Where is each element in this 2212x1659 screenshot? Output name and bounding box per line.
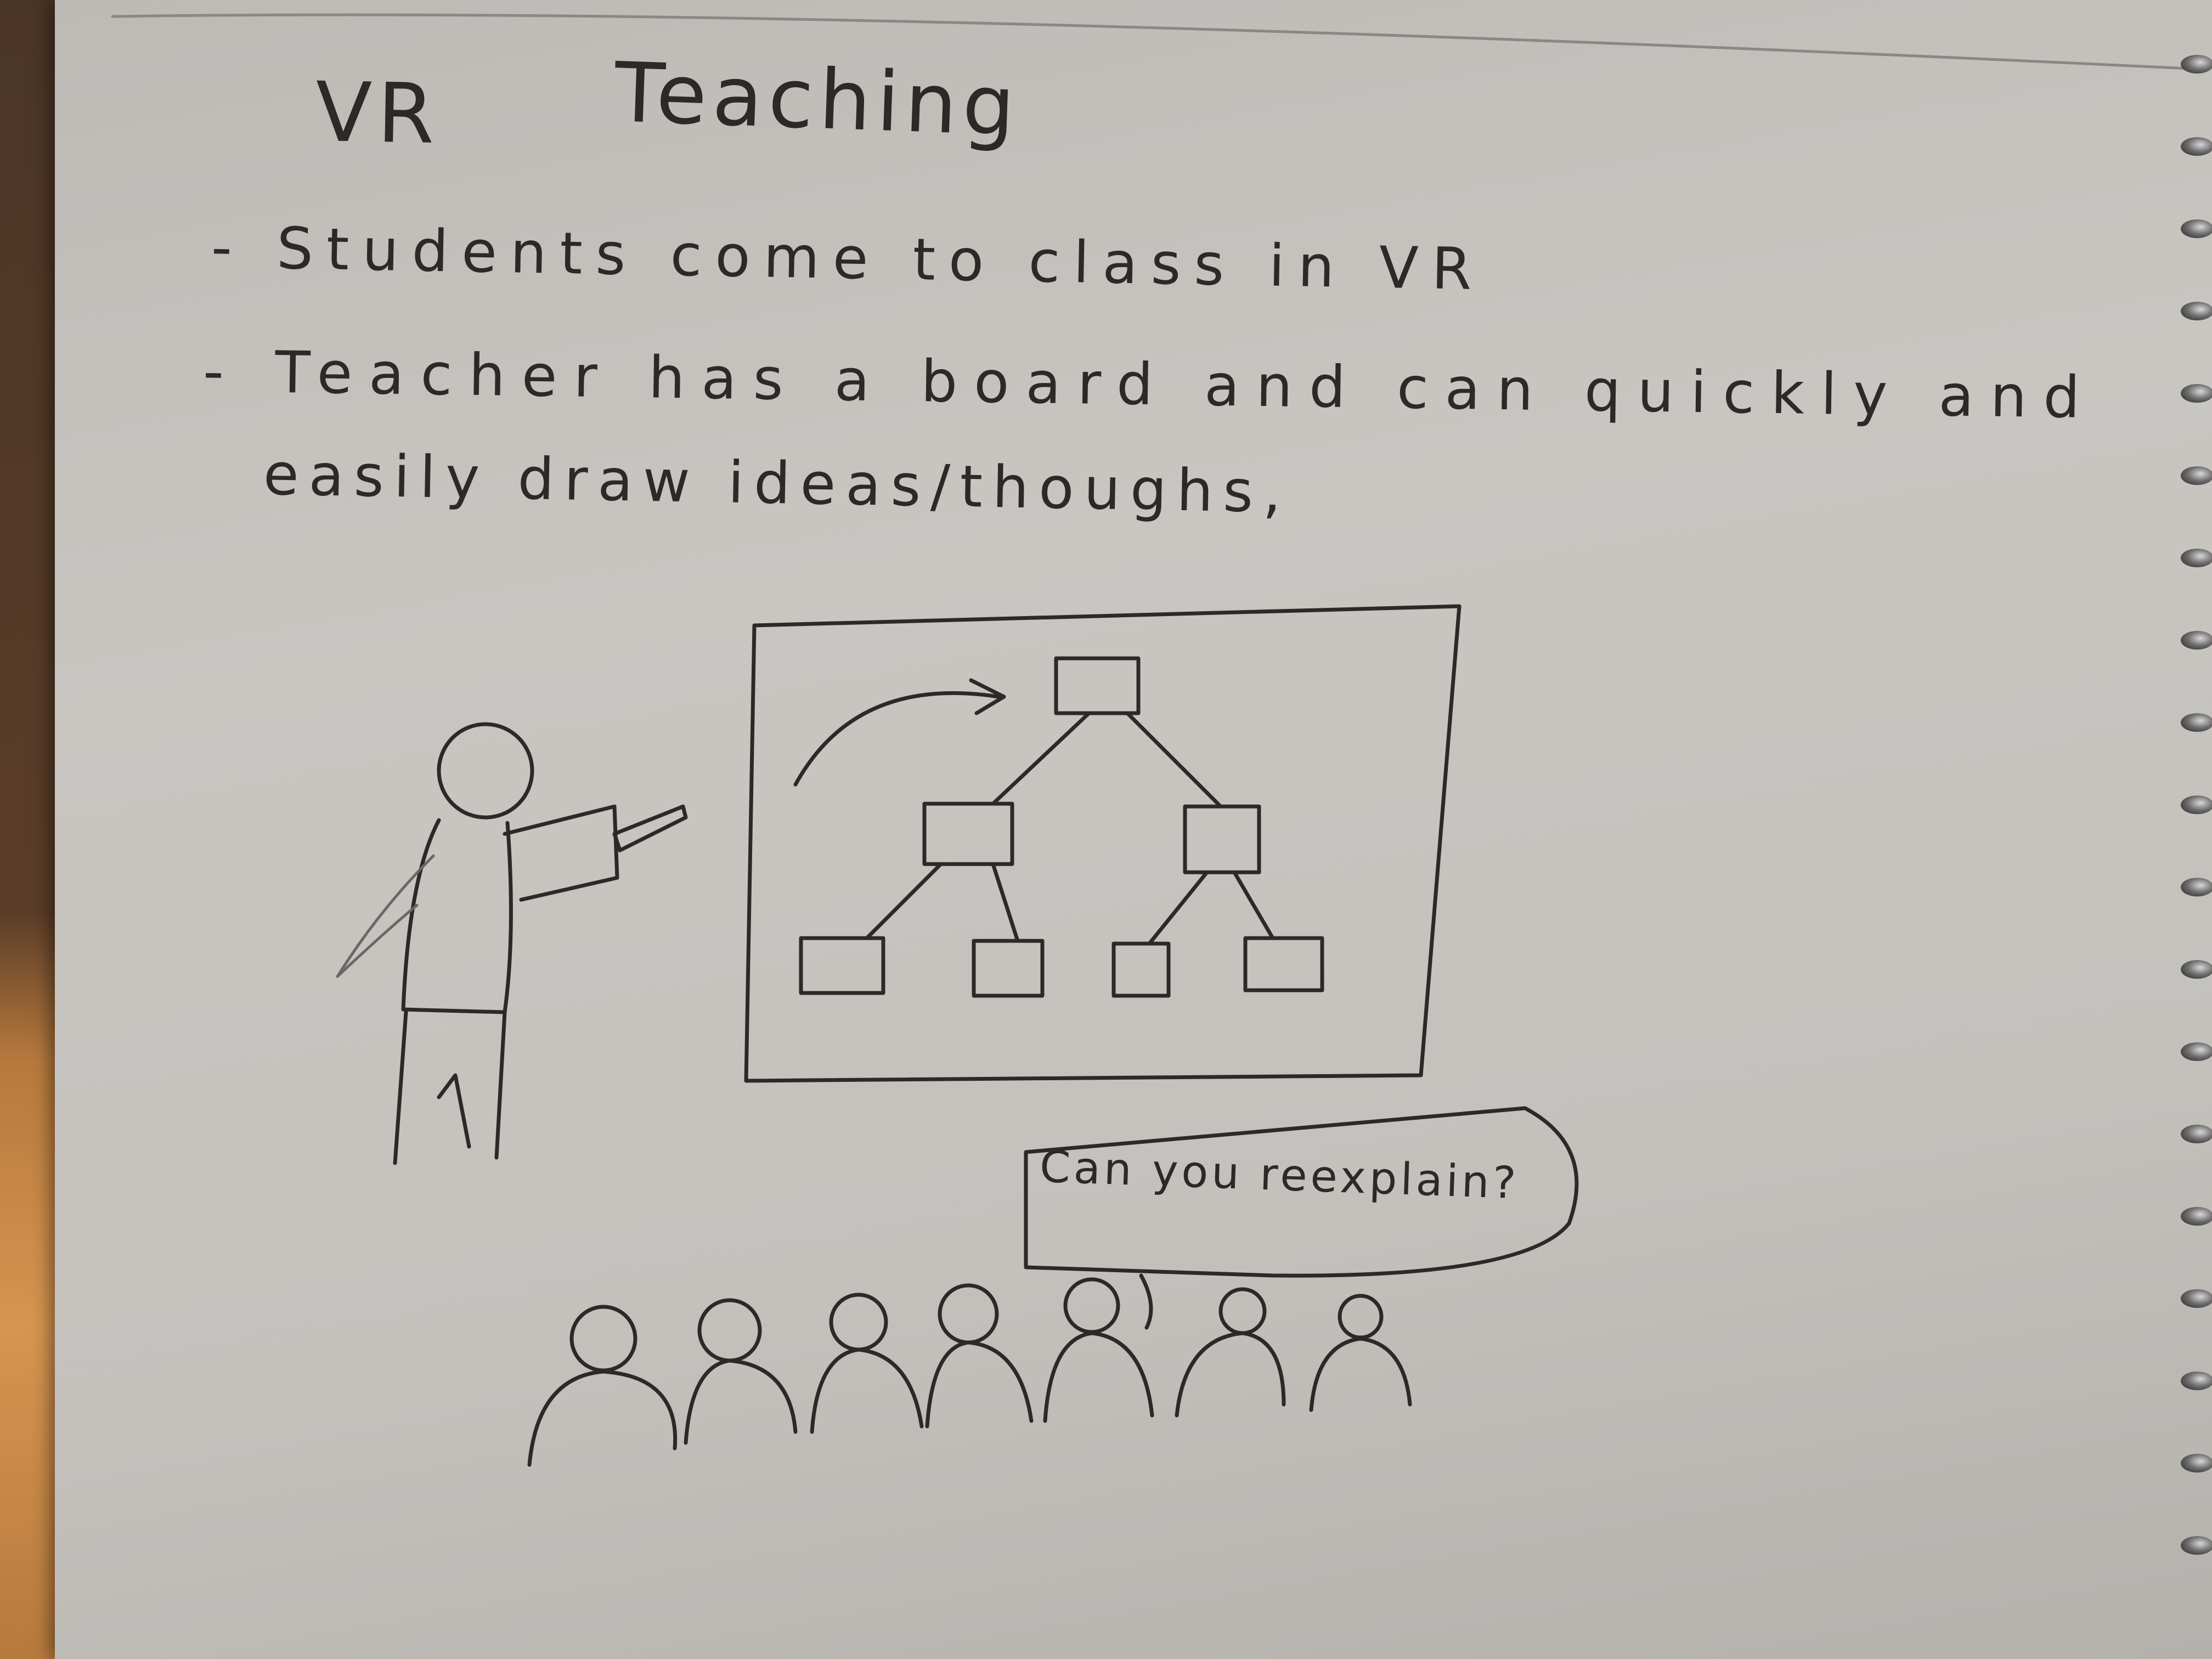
spiral-ring (2181, 1289, 2212, 1308)
spiral-ring (2181, 631, 2212, 650)
tree-edge (865, 862, 943, 940)
spiral-ring (2181, 219, 2212, 238)
spiral-ring (2181, 1454, 2212, 1472)
page-top-rule (111, 13, 2191, 70)
tree-node-leaf-3 (1111, 941, 1171, 998)
teacher-legs (393, 1010, 507, 1165)
curved-arrow (793, 691, 1001, 787)
teacher-body (401, 818, 513, 1014)
tree-diagram (799, 656, 1324, 998)
tree-node-right (1183, 804, 1261, 874)
spiral-ring (2181, 137, 2212, 156)
spiral-ring (2181, 795, 2212, 814)
spiral-ring (2181, 1042, 2212, 1061)
students (527, 1277, 1412, 1467)
pointer-stick (612, 804, 688, 853)
spiral-ring (2181, 549, 2212, 567)
student-5 (1043, 1277, 1154, 1423)
spiral-ring (2181, 1536, 2212, 1555)
speech-bubble (1024, 1106, 1579, 1330)
spiral-ring (2181, 302, 2212, 320)
tree-edge (1147, 870, 1209, 946)
spiral-ring (2181, 1207, 2212, 1226)
student-7 (1309, 1294, 1412, 1412)
teacher-head (437, 722, 534, 820)
tree-node-left (922, 802, 1014, 866)
spiral-ring (2181, 466, 2212, 485)
spiral-ring (2181, 878, 2212, 896)
tree-edge (1125, 711, 1223, 809)
whiteboard (744, 604, 1462, 1083)
tree-node-leaf-1 (799, 936, 885, 995)
tree-node-leaf-2 (972, 939, 1045, 998)
student-3 (810, 1293, 924, 1434)
tree-node-leaf-4 (1243, 936, 1324, 992)
teacher-figure (336, 722, 688, 1165)
student-4 (925, 1283, 1034, 1429)
tree-edge (991, 862, 1020, 943)
spiral-ring (2181, 960, 2212, 979)
teacher-arm (503, 804, 619, 902)
spiral-ring (2181, 713, 2212, 732)
spiral-ring (2181, 1372, 2212, 1390)
tree-node-root (1054, 656, 1141, 715)
spiral-ring (2181, 384, 2212, 403)
tree-edge (991, 711, 1091, 806)
title-teaching: Teaching (613, 45, 1022, 155)
student-6 (1175, 1287, 1286, 1418)
title-vr: VR (314, 65, 441, 162)
spiral-ring (2181, 1125, 2212, 1143)
student-1 (527, 1305, 678, 1467)
student-2 (684, 1298, 798, 1445)
spiral-ring (2181, 55, 2212, 74)
tree-edge (1232, 870, 1275, 940)
photo-scene: VR Teaching - Students come to class in … (0, 0, 2212, 1659)
speech-bubble-tail (1139, 1273, 1153, 1330)
